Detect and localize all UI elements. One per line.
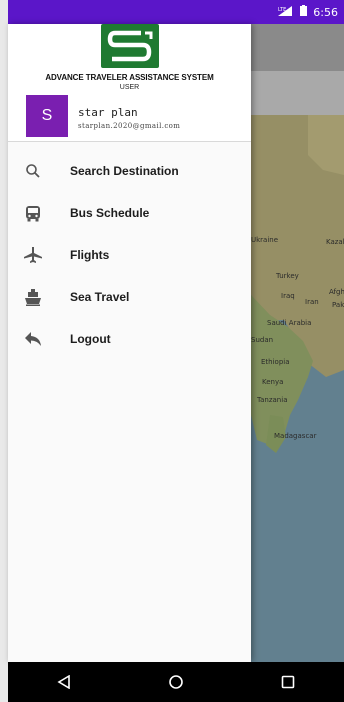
avatar[interactable]: S: [26, 95, 68, 137]
back-icon[interactable]: [34, 662, 94, 702]
system-nav-bar: [8, 662, 344, 702]
menu-item-label: Bus Schedule: [70, 206, 150, 220]
menu-item-label: Search Destination: [70, 164, 179, 178]
user-name: star plan: [78, 106, 138, 119]
status-bar: LTE 6:56: [8, 0, 344, 24]
battery-icon: [300, 5, 308, 19]
airplane-icon: [8, 247, 58, 263]
bus-icon: [8, 205, 58, 222]
user-role: USER: [119, 84, 140, 91]
menu-item-label: Logout: [70, 332, 111, 346]
user-email: starplan.2020@gmail.com: [78, 122, 181, 130]
menu-item-logout[interactable]: Logout: [8, 318, 251, 360]
app-title: ADVANCE TRAVELER ASSISTANCE SYSTEM: [45, 73, 214, 82]
menu-item-sea-travel[interactable]: Sea Travel: [8, 276, 251, 318]
drawer-menu: Search Destination Bus Schedule Flights …: [8, 150, 251, 360]
menu-item-flights[interactable]: Flights: [8, 234, 251, 276]
status-time: 6:56: [313, 5, 338, 19]
signal-icon: LTE: [278, 6, 294, 18]
drawer-header: ADVANCE TRAVELER ASSISTANCE SYSTEM USER …: [8, 24, 251, 142]
app-logo: [101, 24, 159, 68]
ship-icon: [8, 288, 58, 306]
menu-item-search-destination[interactable]: Search Destination: [8, 150, 251, 192]
recents-icon[interactable]: [258, 662, 318, 702]
menu-item-label: Sea Travel: [70, 290, 130, 304]
menu-item-bus-schedule[interactable]: Bus Schedule: [8, 192, 251, 234]
svg-text:LTE: LTE: [278, 7, 286, 13]
navigation-drawer: ADVANCE TRAVELER ASSISTANCE SYSTEM USER …: [8, 24, 251, 662]
menu-item-label: Flights: [70, 248, 110, 262]
search-icon: [8, 163, 58, 179]
home-icon[interactable]: [146, 662, 206, 702]
reply-icon: [8, 332, 58, 346]
